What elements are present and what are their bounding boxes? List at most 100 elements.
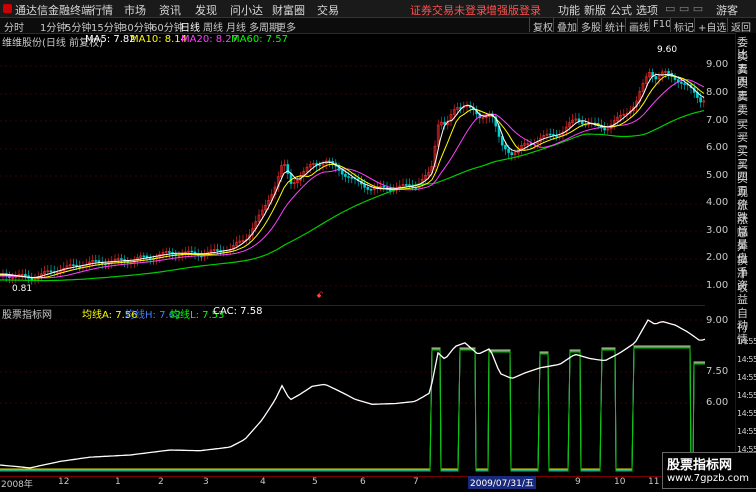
watermark-title: 股票指标网 xyxy=(667,458,733,473)
sidebar-label: 14:55 xyxy=(737,355,756,364)
sidebar-label: 14:55 xyxy=(737,391,756,400)
overlay-button[interactable]: 叠加 xyxy=(553,18,580,34)
date-tick: 9 xyxy=(575,477,581,487)
candle-body xyxy=(30,277,34,281)
kline-chart[interactable]: 维维股份(日线 前复权) MA5: 7.82 MA10: 8.14 MA20: … xyxy=(0,33,706,306)
low-price-marker: 0.81 xyxy=(12,284,33,294)
date-tick: 11 xyxy=(648,477,660,487)
candle-body xyxy=(504,144,507,150)
candle-body xyxy=(289,173,293,184)
menu-item-function[interactable]: 功能 xyxy=(558,2,580,18)
candle-body xyxy=(24,274,27,277)
enhanced-login-link[interactable]: 增强版登录 xyxy=(486,2,541,18)
adjust-button[interactable]: 复权 xyxy=(529,18,556,34)
indicator-tick: 9.00 xyxy=(706,315,729,326)
candle-body xyxy=(369,189,373,191)
menu-item-wealth[interactable]: 财富圈 xyxy=(272,2,305,18)
ma10-legend: MA10: 8.14 xyxy=(130,34,188,45)
period-tab-monthly[interactable]: 月线 xyxy=(226,19,246,34)
sidebar-label: 收益 xyxy=(737,280,748,306)
indicator-axis: 9.00 7.50 6.00 xyxy=(706,306,735,476)
candle-body xyxy=(94,260,98,262)
date-tick: 3 xyxy=(203,477,209,487)
high-price-marker: 9.60 xyxy=(657,45,678,55)
price-tick: 3.00 xyxy=(706,225,729,236)
price-tick: 9.00 xyxy=(706,59,729,70)
candle-body xyxy=(49,270,53,273)
date-tick: 12 xyxy=(58,477,70,487)
price-tick: 4.00 xyxy=(706,197,729,208)
indicator-chart[interactable]: 股票指标网 均线A: 7.56 均线H: 7.62 均线L: 7.53 CAC:… xyxy=(0,306,706,476)
quote-sidebar: 委比 卖五 卖四 卖三 卖二 卖一 买一 买二 买三 买四 买五 现价 涨跌 涨幅 总量 外盘 换手 净资 收益 自动… xyxy=(735,33,756,490)
period-tab-5min[interactable]: 5分钟 xyxy=(65,19,91,34)
period-tab-15min[interactable]: 15分钟 xyxy=(91,19,124,34)
candle-body xyxy=(340,170,344,175)
multi-stock-button[interactable]: 多股 xyxy=(577,18,604,34)
indicator-chart-svg xyxy=(0,319,706,472)
candle-body xyxy=(78,266,82,268)
date-axis: 2008年 12 1 2 3 4 5 6 7 8 9 10 11 2009/07… xyxy=(0,476,735,490)
candle-body xyxy=(510,152,514,155)
price-tick: 5.00 xyxy=(706,170,729,181)
menu-item-ask[interactable]: 问小达 xyxy=(230,2,263,18)
menu-item-news[interactable]: 资讯 xyxy=(159,2,181,18)
indicator-tick: 7.50 xyxy=(706,366,729,377)
mark-button[interactable]: 标记 xyxy=(670,18,697,34)
candle-body xyxy=(680,81,683,84)
candle-body xyxy=(142,255,146,258)
date-tick: 7 xyxy=(413,477,419,487)
period-tab-30min[interactable]: 30分钟 xyxy=(121,19,154,34)
price-tick: 8.00 xyxy=(706,87,729,98)
ma60-line xyxy=(0,110,705,282)
candle-body xyxy=(580,121,584,125)
add-favorite-button[interactable]: +自选 xyxy=(694,18,729,34)
period-tab-timeshare[interactable]: 分时 xyxy=(4,19,24,34)
ma20-legend: MA20: 8.27 xyxy=(181,34,239,45)
period-tab-60min[interactable]: 60分钟 xyxy=(151,19,184,34)
menu-item-discover[interactable]: 发现 xyxy=(195,2,217,18)
indicator-line-cac xyxy=(0,319,706,469)
menu-item-market[interactable]: 市场 xyxy=(124,2,146,18)
date-tick: 4 xyxy=(260,477,266,487)
price-axis: 9.00 8.00 7.00 6.00 5.00 4.00 3.00 2.00 … xyxy=(706,33,735,305)
candle-body xyxy=(404,184,408,186)
candle-body xyxy=(350,177,354,179)
date-tick: 2008年 xyxy=(1,480,33,490)
date-cursor-label: 2009/07/31/五 xyxy=(468,476,536,489)
app-title: 通达信金融终端 xyxy=(15,4,92,17)
menu-item-trade[interactable]: 交易 xyxy=(317,2,339,18)
period-tab-1min[interactable]: 1分钟 xyxy=(40,19,66,34)
watermark-box: 股票指标网 www.7gpzb.com xyxy=(662,452,756,489)
kline-candles xyxy=(1,68,706,285)
menu-item-formula[interactable]: 公式 xyxy=(610,2,632,18)
indicator-legend-cac: CAC: 7.58 xyxy=(213,306,263,317)
menu-item-options[interactable]: 选项 xyxy=(636,2,658,18)
price-tick: 7.00 xyxy=(706,115,729,126)
watermark-url: www.7gpzb.com xyxy=(667,473,749,484)
app-logo-icon xyxy=(3,4,12,13)
period-tab-weekly[interactable]: 周线 xyxy=(203,19,223,34)
signal-marker-icon: ꗃ xyxy=(316,291,324,301)
menu-item-newver[interactable]: 新版 xyxy=(584,2,606,18)
candle-body xyxy=(72,264,75,266)
price-tick: 6.00 xyxy=(706,142,729,153)
date-tick: 1 xyxy=(115,477,121,487)
window-controls-icon[interactable]: ▭ ▭ ▭ xyxy=(665,2,703,15)
price-tick: 2.00 xyxy=(706,252,729,263)
stats-button[interactable]: 统计 xyxy=(601,18,628,34)
guest-label[interactable]: 游客 xyxy=(716,2,738,18)
candle-body xyxy=(347,176,350,178)
period-tab-multi[interactable]: 多周期 xyxy=(249,19,279,34)
candle-body xyxy=(318,164,322,167)
menu-item-quotes[interactable]: 行情 xyxy=(91,2,113,18)
period-tab-more[interactable]: 更多 xyxy=(276,19,296,34)
period-tab-daily[interactable]: 日线 xyxy=(180,19,200,34)
indicator-line-a xyxy=(0,345,705,470)
draw-button[interactable]: 画线 xyxy=(625,18,652,34)
trade-login-notice[interactable]: 证券交易未登录 xyxy=(410,2,487,18)
back-button[interactable]: 返回 xyxy=(727,18,756,34)
price-tick: 1.00 xyxy=(706,280,729,291)
candle-body xyxy=(603,127,606,131)
indicator-name: 股票指标网 xyxy=(2,310,52,321)
candle-body xyxy=(654,76,658,80)
